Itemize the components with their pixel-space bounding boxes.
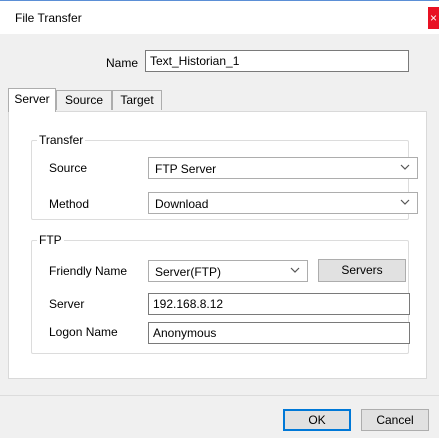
tab-target[interactable]: Target (112, 90, 162, 110)
tab-source-label: Source (64, 93, 104, 107)
ftp-group-title: FTP (37, 233, 64, 247)
title-bar: File Transfer (0, 1, 439, 34)
source-value: FTP Server (155, 162, 217, 176)
tab-target-label: Target (120, 93, 154, 107)
logon-name-field[interactable] (148, 322, 410, 344)
logon-name-label: Logon Name (49, 325, 118, 339)
tab-server[interactable]: Server (8, 88, 56, 112)
chevron-down-icon (400, 164, 410, 170)
tab-server-label: Server (14, 92, 50, 106)
name-field[interactable] (145, 50, 409, 72)
server-label: Server (49, 297, 85, 311)
window-title: File Transfer (15, 11, 82, 25)
tab-source[interactable]: Source (56, 90, 112, 110)
method-label: Method (49, 197, 90, 211)
transfer-group-title: Transfer (37, 133, 86, 147)
server-field[interactable] (148, 293, 410, 315)
friendly-name-value: Server(FTP) (155, 265, 221, 279)
method-dropdown[interactable]: Download (148, 192, 418, 214)
server-tab-page: Transfer Source FTP Server Method Downlo… (8, 111, 427, 379)
close-button[interactable]: × (428, 7, 439, 29)
source-dropdown[interactable]: FTP Server (148, 157, 418, 179)
servers-button[interactable]: Servers (318, 259, 406, 282)
ok-button[interactable]: OK (283, 409, 351, 431)
friendly-name-dropdown[interactable]: Server(FTP) (148, 260, 308, 282)
chevron-down-icon (400, 199, 410, 205)
name-label: Name (106, 56, 139, 70)
footer-divider (0, 395, 439, 396)
source-label: Source (49, 161, 88, 175)
method-value: Download (155, 197, 209, 211)
close-icon: × (429, 11, 437, 25)
friendly-name-label: Friendly Name (49, 264, 128, 278)
cancel-button[interactable]: Cancel (361, 409, 429, 431)
chevron-down-icon (290, 267, 300, 273)
